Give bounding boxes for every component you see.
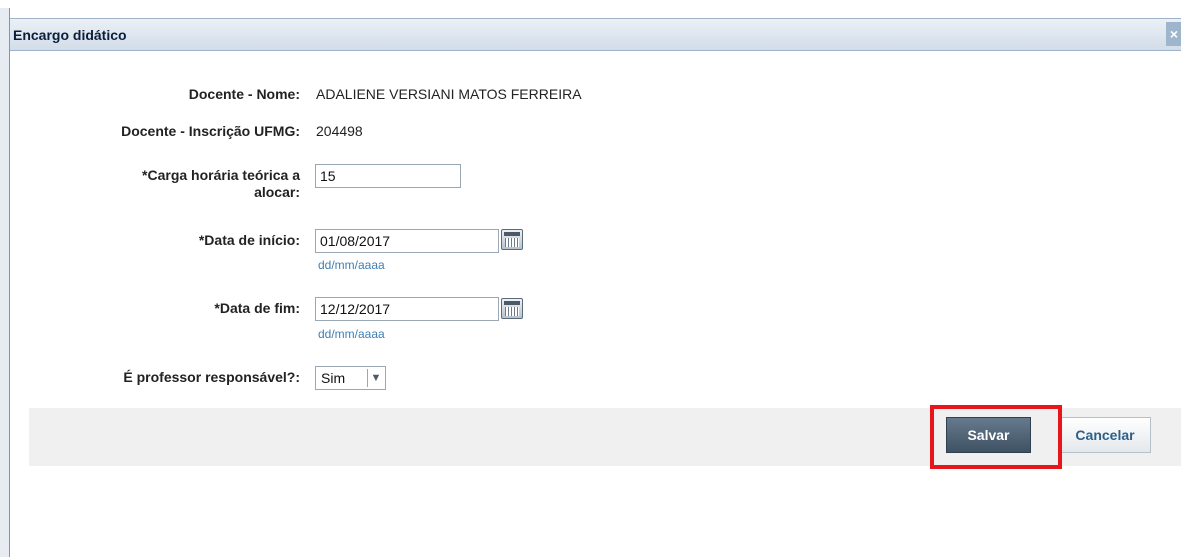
docente-inscricao-label: Docente - Inscrição UFMG: bbox=[121, 123, 300, 139]
chevron-down-icon[interactable]: ▼ bbox=[367, 369, 384, 387]
carga-horaria-label-line1: *Carga horária teórica a bbox=[142, 167, 300, 183]
save-button-highlight-box bbox=[930, 405, 1062, 469]
window-top-strip bbox=[0, 0, 1181, 8]
calendar-icon[interactable] bbox=[501, 298, 523, 319]
professor-responsavel-select[interactable]: Sim ▼ bbox=[315, 366, 386, 390]
data-fim-label: *Data de fim: bbox=[214, 300, 300, 316]
carga-horaria-label-line2: alocar: bbox=[254, 184, 300, 200]
docente-nome-value: ADALIENE VERSIANI MATOS FERREIRA bbox=[316, 86, 582, 102]
close-icon[interactable]: × bbox=[1166, 22, 1181, 46]
dialog-titlebar[interactable]: Encargo didático × bbox=[10, 18, 1181, 51]
data-inicio-format-hint: dd/mm/aaaa bbox=[318, 258, 385, 272]
data-inicio-label: *Data de início: bbox=[198, 232, 300, 248]
professor-responsavel-selected: Sim bbox=[321, 370, 346, 386]
dialog-title: Encargo didático bbox=[13, 27, 127, 43]
docente-nome-label: Docente - Nome: bbox=[188, 86, 300, 102]
carga-horaria-input[interactable] bbox=[315, 164, 461, 188]
data-fim-input[interactable] bbox=[315, 297, 499, 321]
data-fim-format-hint: dd/mm/aaaa bbox=[318, 327, 385, 341]
encargo-didatico-dialog: Encargo didático × Docente - Nome: ADALI… bbox=[9, 18, 1181, 557]
calendar-icon[interactable] bbox=[501, 229, 523, 250]
professor-responsavel-label: É professor responsável?: bbox=[123, 369, 300, 385]
cancel-button[interactable]: Cancelar bbox=[1059, 417, 1151, 453]
data-inicio-input[interactable] bbox=[315, 229, 499, 253]
docente-inscricao-value: 204498 bbox=[316, 123, 363, 139]
